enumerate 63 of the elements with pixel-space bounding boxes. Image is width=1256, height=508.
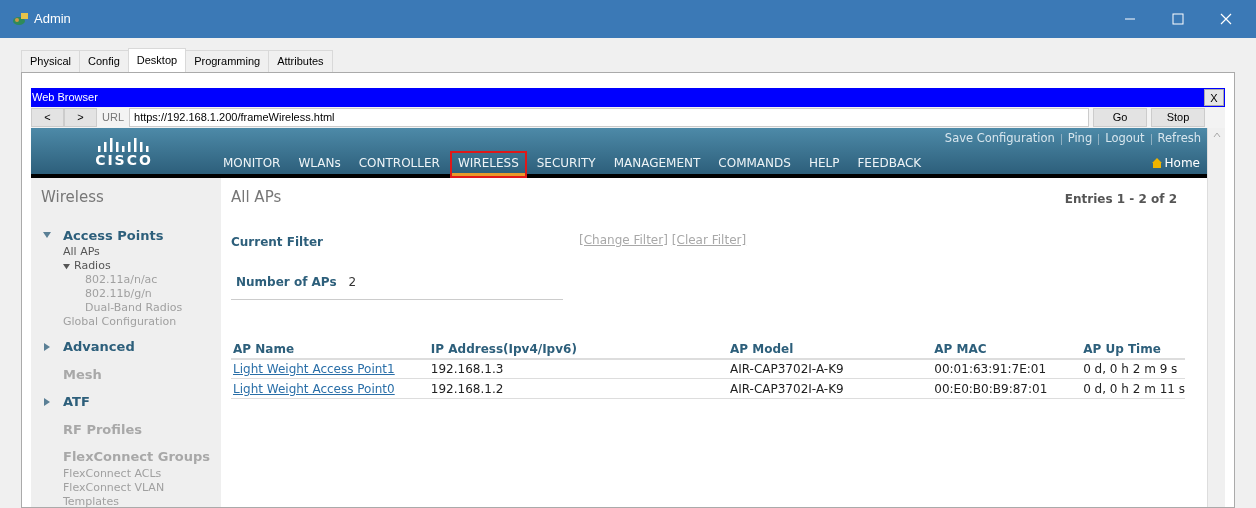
home-link[interactable]: Home [1164,153,1200,172]
sidebar-link[interactable]: All APs [63,245,100,259]
page-title: All APs [231,187,282,208]
menu-item[interactable]: SECURITY [530,151,602,174]
maximize-icon[interactable] [1172,13,1184,25]
url-label: URL [101,110,125,126]
tab[interactable]: Desktop [127,48,187,72]
header-link[interactable]: Logout [1105,130,1145,148]
scroll-up-icon[interactable] [1212,132,1221,138]
sidebar-heading[interactable]: Advanced [63,337,135,357]
header-link[interactable]: Refresh [1157,130,1201,148]
menu-item[interactable]: FEEDBACK [851,151,928,174]
forward-button[interactable]: > [64,108,97,127]
browser-title: Web Browser [32,90,98,106]
header-link[interactable]: Ping [1067,130,1093,148]
entries-count: Entries 1 - 2 of 2 [1064,191,1178,209]
table-cell: 00:01:63:91:7E:01 [934,361,1047,376]
count-label: Number of APs [236,273,337,291]
table-cell: 192.168.1.2 [430,381,504,396]
header-link[interactable]: Save Configuration [944,130,1055,148]
filter-label: Current Filter [231,233,324,251]
menu-item[interactable]: MONITOR [217,151,287,174]
cisco-logo-text: CISCO [95,152,153,167]
ap-name-link[interactable]: Light Weight Access Point1 [233,361,395,376]
collapsed-icon[interactable] [43,397,51,406]
table-cell: 192.168.1.3 [430,361,504,376]
column-header: AP Name [233,341,295,356]
column-header: AP MAC [934,341,987,356]
back-button[interactable]: < [31,108,64,127]
app-icon [12,11,30,27]
expanded-icon[interactable] [43,231,51,240]
menu-item[interactable]: MANAGEMENT [607,151,707,174]
sidebar-title: Wireless [41,187,105,208]
close-button[interactable]: X [1204,89,1224,106]
tab[interactable]: Attributes [268,50,333,72]
column-header: IP Address(Ipv4/Ipv6) [430,341,577,356]
cisco-bars-icon [96,135,152,152]
close-icon[interactable] [1220,13,1232,25]
menu-item[interactable]: COMMANDS [712,151,797,174]
count-value: 2 [348,273,357,291]
collapsed-icon[interactable] [43,342,51,351]
stop-button[interactable]: Stop [1151,108,1205,127]
sidebar-heading[interactable]: Access Points [63,225,164,245]
go-button[interactable]: Go [1093,108,1147,127]
menu-item[interactable]: CONTROLLER [352,151,446,174]
menu-item[interactable]: WIRELESS [451,153,525,176]
sidebar-heading[interactable]: ATF [63,392,90,412]
column-header: AP Model [730,341,794,356]
sidebar-link[interactable]: Radios [74,259,111,273]
table-cell: AIR-CAP3702I-A-K9 [730,381,844,396]
column-header: AP Up Time [1083,341,1161,356]
expanded-icon[interactable] [63,262,70,270]
menu-item[interactable]: HELP [802,151,846,174]
tab[interactable]: Physical [21,50,80,72]
menu-item[interactable]: WLANs [292,151,347,174]
ap-name-link[interactable]: Light Weight Access Point0 [233,381,395,396]
table-cell: AIR-CAP3702I-A-K9 [730,361,844,376]
home-icon [1151,157,1162,168]
table-cell: 0 d, 0 h 2 m 9 s [1083,361,1178,376]
url-field[interactable]: https://192.168.1.200/frameWireless.html [129,108,1089,127]
table-cell: 0 d, 0 h 2 m 11 s [1083,381,1185,396]
window-title: Admin [34,10,71,29]
table-cell: 00:E0:B0:B9:87:01 [934,381,1048,396]
